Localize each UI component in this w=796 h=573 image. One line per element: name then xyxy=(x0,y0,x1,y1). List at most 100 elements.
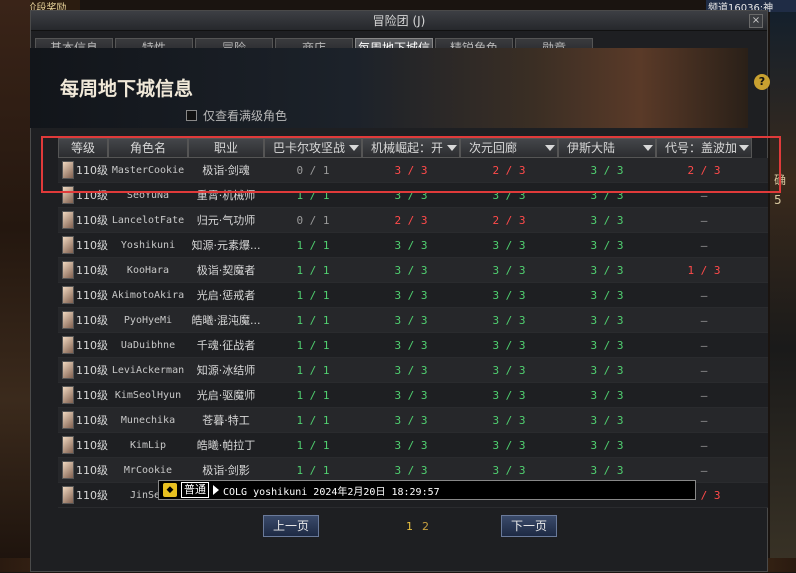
row-dungeon-3: 3 / 3 xyxy=(492,238,526,252)
row-dungeon-5: – xyxy=(700,338,708,352)
character-avatar xyxy=(62,261,74,279)
row-dungeon-5: – xyxy=(700,363,708,377)
chat-message: COLG yoshikuni 2024年2月20日 18:29:57 xyxy=(223,486,440,498)
character-avatar xyxy=(62,211,74,229)
row-level-text: 110级 xyxy=(76,289,108,302)
row-level: 110级 xyxy=(58,311,108,329)
help-icon[interactable]: ? xyxy=(754,74,770,90)
row-dungeon-4: 3 / 3 xyxy=(590,438,624,452)
character-avatar xyxy=(62,486,74,504)
row-dungeon-3: 3 / 3 xyxy=(492,463,526,477)
row-dungeon-2: 3 / 3 xyxy=(394,338,428,352)
table-row[interactable]: 110级 PyoHyeMi 皓曦·混沌魔... 1 / 1 3 / 3 3 / 3 3 / … xyxy=(58,308,768,333)
table-row[interactable]: 110级 UaDuibhne 千魂·征战者 1 / 1 3 / 3 3 / 3 3 / 3 – xyxy=(58,333,768,358)
table-row[interactable]: 110级 KooHara 极诣·契魔者 1 / 1 3 / 3 3 / 3 3 / 3 1 /… xyxy=(58,258,768,283)
row-dungeon-2: 3 / 3 xyxy=(394,438,428,452)
row-level-text: 110级 xyxy=(76,464,108,477)
row-dungeon-4: 3 / 3 xyxy=(590,313,624,327)
row-job: 皓曦·混沌魔... xyxy=(191,314,261,327)
table-row[interactable]: 110级 KimSeolHyun 光启·驱魔师 1 / 1 3 / 3 3 / 3 3 / … xyxy=(58,383,768,408)
row-dungeon-5: – xyxy=(700,288,708,302)
bg-left-scene xyxy=(0,0,30,572)
row-dungeon-4: 3 / 3 xyxy=(590,288,624,302)
bg-right-scene xyxy=(770,12,796,572)
row-dungeon-5: – xyxy=(700,388,708,402)
table-row[interactable]: 110级 KimLip 皓曦·帕拉丁 1 / 1 3 / 3 3 / 3 3 / 3 – xyxy=(58,433,768,458)
character-avatar xyxy=(62,436,74,454)
row-dungeon-4: 3 / 3 xyxy=(590,463,624,477)
table-row[interactable]: 110级 Munechika 苍暮·特工 1 / 1 3 / 3 3 / 3 3 / 3 – xyxy=(58,408,768,433)
row-dungeon-4: 3 / 3 xyxy=(590,238,624,252)
row-job: 千魂·征战者 xyxy=(196,339,256,352)
row-character-name: Yoshikuni xyxy=(120,239,176,251)
row-dungeon-4: 3 / 3 xyxy=(590,338,624,352)
row-dungeon-3: 3 / 3 xyxy=(492,413,526,427)
max-level-checkbox[interactable] xyxy=(186,110,197,121)
page-2-link[interactable]: 2 xyxy=(422,520,429,533)
row-job: 光启·驱魔师 xyxy=(196,389,256,402)
row-dungeon-4: 3 / 3 xyxy=(590,263,624,277)
character-avatar xyxy=(62,386,74,404)
row-dungeon-3: 3 / 3 xyxy=(492,288,526,302)
row-level-text: 110级 xyxy=(76,489,108,502)
row-job: 知源·元素爆... xyxy=(191,239,261,252)
character-avatar xyxy=(62,461,74,479)
character-avatar xyxy=(62,361,74,379)
row-dungeon-1: 0 / 1 xyxy=(296,213,330,227)
page-banner: 每周地下城信息 xyxy=(30,48,748,128)
max-level-checkbox-label: 仅查看满级角色 xyxy=(203,109,288,123)
table-row[interactable]: 110级 Yoshikuni 知源·元素爆... 1 / 1 3 / 3 3 / 3 3 /… xyxy=(58,233,768,258)
next-page-button[interactable]: 下一页 xyxy=(501,515,557,537)
page-1-link[interactable]: 1 xyxy=(406,520,413,533)
chat-popup: ◆ 普通 COLG yoshikuni 2024年2月20日 18:29:57 xyxy=(158,480,696,500)
row-character-name: LeviAckerman xyxy=(111,364,185,376)
row-dungeon-3: 3 / 3 xyxy=(492,388,526,402)
row-dungeon-3: 3 / 3 xyxy=(492,263,526,277)
table-body: 110级 MasterCookie 极诣·剑魂 0 / 13 / 32 / 33 / … xyxy=(58,158,768,508)
row-level-text: 110级 xyxy=(76,314,108,327)
row-dungeon-1: 1 / 1 xyxy=(296,238,330,252)
row-level: 110级 xyxy=(58,336,108,354)
row-job: 极诣·剑影 xyxy=(202,464,250,477)
row-dungeon-1: 1 / 1 xyxy=(296,463,330,477)
row-dungeon-5: – xyxy=(700,438,708,452)
table-row[interactable]: 110级 AkimotoAkira 光启·惩戒者 1 / 1 3 / 3 3 / 3 3 /… xyxy=(58,283,768,308)
character-avatar xyxy=(62,411,74,429)
row-dungeon-4: 3 / 3 xyxy=(590,413,624,427)
row-character-name: AkimotoAkira xyxy=(111,289,185,301)
max-level-filter[interactable]: 仅查看满级角色 xyxy=(186,107,287,124)
row-dungeon-2: 3 / 3 xyxy=(394,413,428,427)
row-dungeon-1: 1 / 1 xyxy=(296,313,330,327)
character-avatar xyxy=(62,286,74,304)
table-row[interactable]: 110级 LeviAckerman 知源·冰结师 1 / 1 3 / 3 3 / 3 3 /… xyxy=(58,358,768,383)
row-dungeon-2: 2 / 3 xyxy=(394,213,428,227)
row-level-text: 110级 xyxy=(76,339,108,352)
character-avatar xyxy=(62,311,74,329)
row-level-text: 110级 xyxy=(76,414,108,427)
row-level-text: 110级 xyxy=(76,264,108,277)
row-character-name: Munechika xyxy=(120,414,176,426)
highlight-box xyxy=(41,136,781,193)
row-job: 苍暮·特工 xyxy=(202,414,250,427)
row-level-text: 110级 xyxy=(76,389,108,402)
row-dungeon-2: 3 / 3 xyxy=(394,388,428,402)
row-dungeon-1: 1 / 1 xyxy=(296,413,330,427)
row-character-name: KooHara xyxy=(126,264,170,276)
row-dungeon-5: – xyxy=(700,313,708,327)
row-character-name: LancelotFate xyxy=(111,214,185,226)
prev-page-button[interactable]: 上一页 xyxy=(263,515,319,537)
row-level: 110级 xyxy=(58,211,108,229)
row-character-name: KimLip xyxy=(129,439,167,451)
chat-channel-badge: 普通 xyxy=(181,482,209,498)
row-dungeon-4: 3 / 3 xyxy=(590,388,624,402)
row-dungeon-3: 2 / 3 xyxy=(492,213,526,227)
row-level: 110级 xyxy=(58,361,108,379)
row-dungeon-5: – xyxy=(700,413,708,427)
row-character-name: KimSeolHyun xyxy=(114,389,182,401)
character-avatar xyxy=(62,236,74,254)
close-button[interactable]: × xyxy=(749,14,763,28)
row-character-name: MrCookie xyxy=(123,464,173,476)
table-row[interactable]: 110级 LancelotFate 归元·气功师 0 / 1 2 / 3 2 / 3 3 /… xyxy=(58,208,768,233)
row-dungeon-2: 3 / 3 xyxy=(394,313,428,327)
row-dungeon-3: 3 / 3 xyxy=(492,313,526,327)
